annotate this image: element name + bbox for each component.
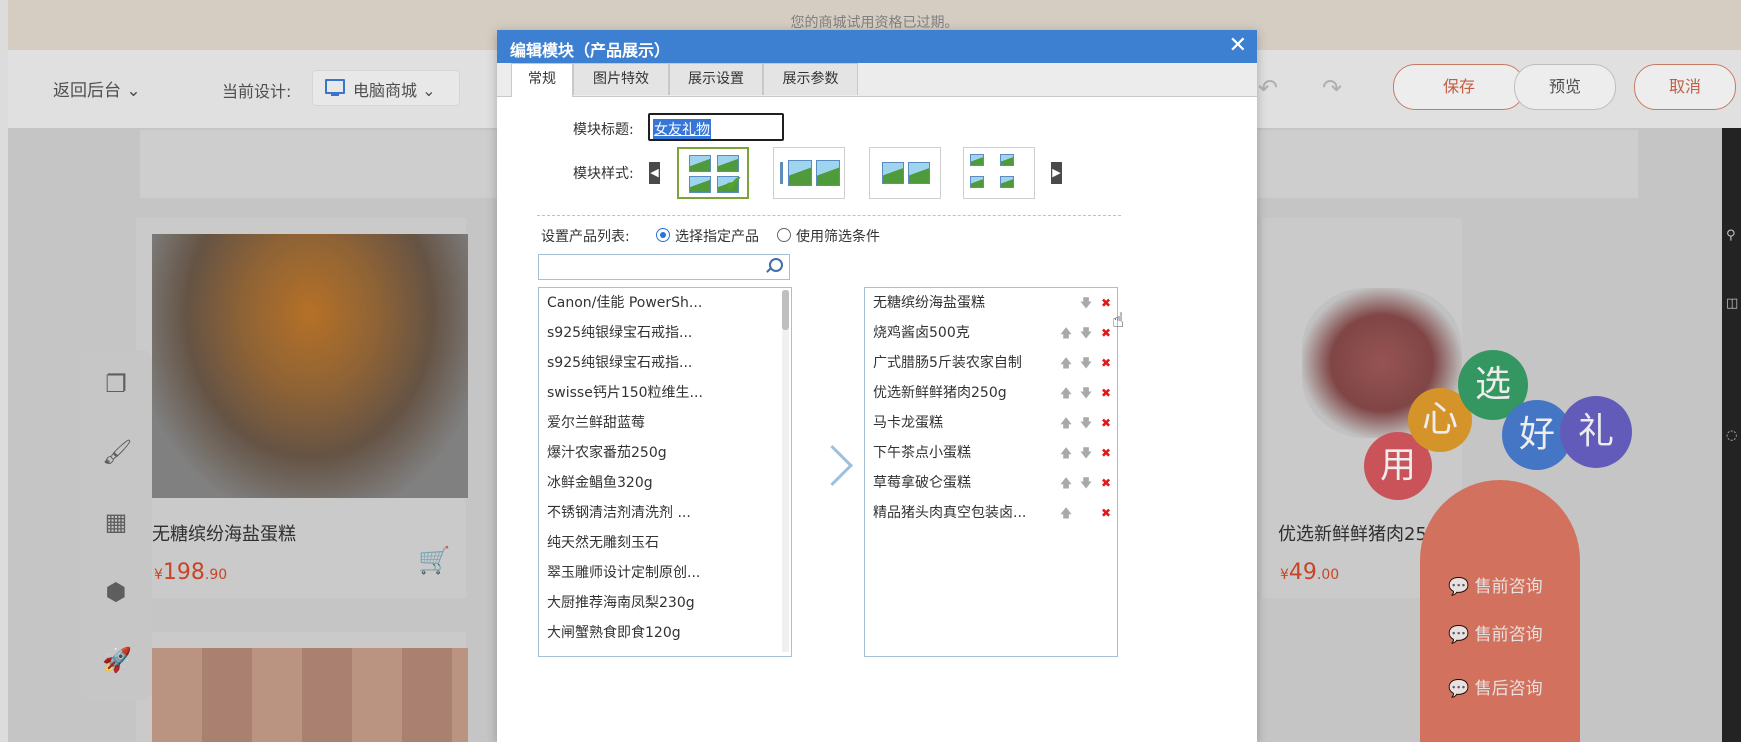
delete-icon[interactable]: ✖ bbox=[1099, 446, 1113, 460]
list-item[interactable]: 冰鲜金鲳鱼320g bbox=[547, 468, 653, 498]
move-up-icon[interactable]: 🡅 bbox=[1059, 476, 1073, 490]
tab-image-effects[interactable]: 图片特效 bbox=[573, 63, 669, 95]
move-right-arrow-icon[interactable] bbox=[812, 445, 852, 495]
move-down-icon[interactable]: 🡇 bbox=[1079, 446, 1093, 460]
selected-item-name[interactable]: 马卡龙蛋糕 bbox=[873, 408, 943, 438]
list-item[interactable]: 大闸蟹熟食即食120g bbox=[547, 618, 681, 648]
selected-item-name[interactable]: 烧鸡酱卤500克 bbox=[873, 318, 970, 348]
list-item[interactable]: 不锈钢清洁剂清洗剂 ... bbox=[547, 498, 691, 528]
move-up-icon[interactable]: 🡅 bbox=[1059, 326, 1073, 340]
tab-display-settings[interactable]: 展示设置 bbox=[669, 63, 763, 95]
move-up-icon[interactable]: 🡅 bbox=[1059, 506, 1073, 520]
selected-item-name[interactable]: 优选新鲜鲜猪肉250g bbox=[873, 378, 1007, 408]
delete-icon[interactable]: ✖ bbox=[1099, 296, 1113, 310]
selected-item-name[interactable]: 精品猪头肉真空包装卤... bbox=[873, 498, 1026, 528]
style-prev-arrow[interactable]: ◀ bbox=[649, 162, 660, 184]
tab-general[interactable]: 常规 bbox=[511, 63, 573, 97]
move-down-icon[interactable]: 🡇 bbox=[1079, 476, 1093, 490]
delete-icon[interactable]: ✖ bbox=[1099, 506, 1113, 520]
module-style-label: 模块样式: bbox=[573, 166, 634, 182]
move-down-icon[interactable]: 🡇 bbox=[1079, 356, 1093, 370]
available-products-list[interactable]: Canon/佳能 PowerSh... s925纯银绿宝石戒指... s925纯… bbox=[538, 287, 792, 657]
move-down-icon[interactable]: 🡇 bbox=[1079, 326, 1093, 340]
move-up-icon[interactable]: 🡅 bbox=[1059, 416, 1073, 430]
radio-filter-label[interactable]: 使用筛选条件 bbox=[796, 226, 880, 246]
selected-item-name[interactable]: 无糖缤纷海盐蛋糕 bbox=[873, 288, 985, 318]
list-item[interactable]: swisse钙片150粒维生... bbox=[547, 378, 703, 408]
style-option-row[interactable] bbox=[773, 147, 845, 199]
dialog-tabbar: 常规 图片特效 展示设置 展示参数 bbox=[497, 63, 1257, 97]
section-divider bbox=[537, 215, 1121, 216]
style-option-list[interactable] bbox=[963, 147, 1035, 199]
list-item[interactable]: 大厨推荐海南凤梨230g bbox=[547, 588, 695, 618]
module-title-input[interactable]: 女友礼物 bbox=[648, 113, 784, 141]
move-up-icon[interactable]: 🡅 bbox=[1059, 446, 1073, 460]
dialog-title: 编辑模块（产品展示） bbox=[510, 41, 671, 60]
list-item[interactable]: 翠玉雕师设计定制原创... bbox=[547, 558, 700, 588]
tab-display-params[interactable]: 展示参数 bbox=[763, 63, 858, 95]
list-item[interactable]: s925纯银绿宝石戒指... bbox=[547, 348, 692, 378]
list-item[interactable]: 纯天然无雕刻玉石 bbox=[547, 528, 659, 558]
product-list-label: 设置产品列表: bbox=[541, 229, 630, 245]
edit-module-dialog: 编辑模块（产品展示） ✕ 常规 图片特效 展示设置 展示参数 模块标题: 女友礼… bbox=[497, 30, 1257, 742]
delete-icon[interactable]: ✖ bbox=[1099, 386, 1113, 400]
delete-icon[interactable]: ✖ bbox=[1099, 356, 1113, 370]
delete-icon[interactable]: ✖ bbox=[1099, 416, 1113, 430]
list-item[interactable]: Canon/佳能 PowerSh... bbox=[547, 288, 702, 318]
list-item[interactable]: 爱尔兰鲜甜蓝莓 bbox=[547, 408, 645, 438]
list-item[interactable]: s925纯银绿宝石戒指... bbox=[547, 318, 692, 348]
close-icon[interactable]: ✕ bbox=[1229, 33, 1247, 58]
move-down-icon[interactable]: 🡇 bbox=[1079, 416, 1093, 430]
selected-item-name[interactable]: 广式腊肠5斤装农家自制 bbox=[873, 348, 1022, 378]
style-option-grid[interactable]: ✔ bbox=[677, 147, 749, 199]
product-search-input[interactable] bbox=[538, 254, 790, 280]
move-up-icon[interactable]: 🡅 bbox=[1059, 356, 1073, 370]
hand-cursor-icon: ☝ bbox=[1112, 308, 1125, 332]
list-item[interactable]: 爆汁农家番茄250g bbox=[547, 438, 667, 468]
radio-specified-label[interactable]: 选择指定产品 bbox=[675, 226, 759, 246]
list-scrollbar-thumb[interactable] bbox=[782, 290, 789, 330]
selected-item-name[interactable]: 下午茶点小蛋糕 bbox=[873, 438, 971, 468]
move-down-icon[interactable]: 🡇 bbox=[1079, 386, 1093, 400]
style-next-arrow[interactable]: ▶ bbox=[1051, 162, 1062, 184]
radio-filter-conditions[interactable] bbox=[777, 228, 791, 242]
list-scrollbar[interactable] bbox=[782, 290, 789, 652]
selected-products-list[interactable]: 无糖缤纷海盐蛋糕 🡇 ✖ 烧鸡酱卤500克 🡅 🡇 ✖ 广式腊肠5斤装农家自制 … bbox=[864, 287, 1118, 657]
selected-item-name[interactable]: 草莓拿破仑蛋糕 bbox=[873, 468, 971, 498]
delete-icon[interactable]: ✖ bbox=[1099, 326, 1113, 340]
radio-specified-products[interactable] bbox=[656, 228, 670, 242]
module-title-value: 女友礼物 bbox=[653, 119, 711, 139]
search-icon[interactable] bbox=[769, 258, 783, 272]
checkmark-icon: ✔ bbox=[724, 172, 743, 197]
move-up-icon[interactable]: 🡅 bbox=[1059, 386, 1073, 400]
style-option-slider[interactable] bbox=[869, 147, 941, 199]
dialog-header: 编辑模块（产品展示） ✕ bbox=[497, 30, 1257, 63]
move-down-icon[interactable]: 🡇 bbox=[1079, 296, 1093, 310]
module-title-label: 模块标题: bbox=[573, 122, 634, 138]
delete-icon[interactable]: ✖ bbox=[1099, 476, 1113, 490]
